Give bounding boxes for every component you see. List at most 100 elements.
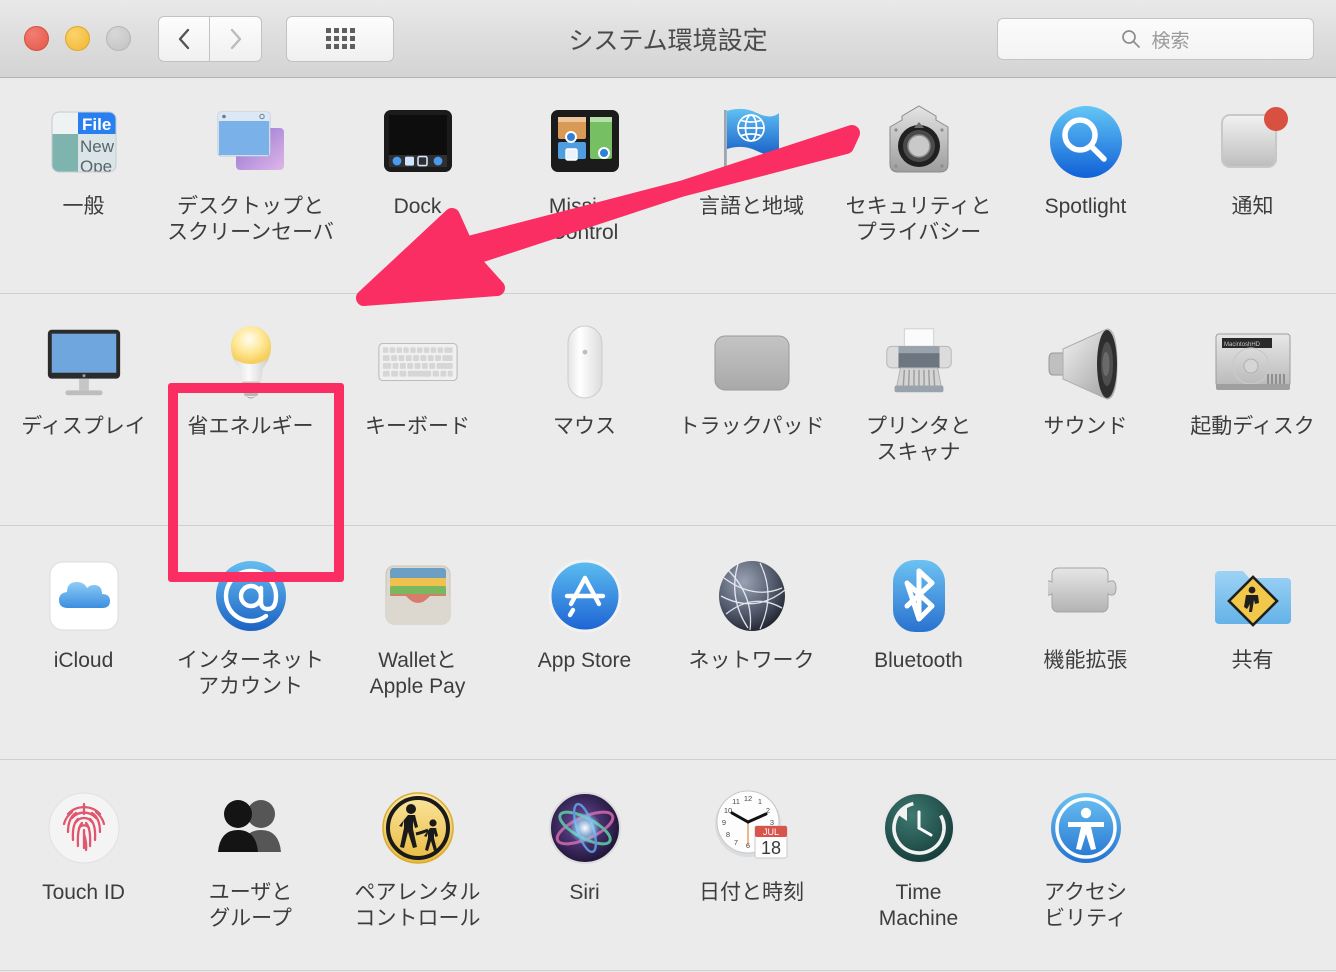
pref-pane-mission-control[interactable]: Mission Control — [501, 78, 668, 293]
pref-pane-dock[interactable]: Dock — [334, 78, 501, 293]
calendar-month: JUL — [762, 827, 778, 837]
pref-pane-mouse[interactable]: マウス — [501, 294, 668, 525]
search-field[interactable]: 検索 — [997, 18, 1314, 60]
pref-pane-label: トラックパッド — [678, 415, 825, 438]
pref-pane-label: セキュリティと プライバシー — [845, 195, 992, 244]
pref-pane-label: 省エネルギー — [187, 415, 314, 438]
pref-pane-spotlight[interactable]: Spotlight — [1002, 78, 1169, 293]
minimize-button[interactable] — [65, 26, 90, 51]
forward-button[interactable] — [210, 15, 262, 62]
pref-pane-energy-saver[interactable]: 省エネルギー — [167, 294, 334, 525]
chevron-left-icon — [178, 28, 189, 49]
pref-pane-keyboard[interactable]: キーボード — [334, 294, 501, 525]
printer-scanner-icon — [877, 320, 961, 404]
pref-pane-label: 機能拡張 — [1043, 649, 1128, 672]
preference-row-personal: File New Ope 一般 デスクトップと スクリーンセーバ Dock Mi… — [0, 78, 1336, 294]
pref-pane-label: 共有 — [1231, 649, 1274, 672]
pref-pane-notifications[interactable]: 通知 — [1169, 78, 1336, 293]
pref-pane-touch-id[interactable]: Touch ID — [0, 760, 167, 970]
pref-pane-wallet-applepay[interactable]: Walletと Apple Pay — [334, 526, 501, 759]
traffic-light-group — [24, 26, 131, 51]
users-icon — [209, 786, 293, 870]
pref-pane-label: Dock — [393, 195, 442, 218]
bluetooth-icon — [877, 554, 961, 638]
pref-pane-sound[interactable]: サウンド — [1002, 294, 1169, 525]
keyboard-icon — [376, 320, 460, 404]
pref-pane-app-store[interactable]: App Store — [501, 526, 668, 759]
close-button[interactable] — [24, 26, 49, 51]
pref-pane-label: 一般 — [62, 195, 105, 218]
mouse-icon — [543, 320, 627, 404]
pref-pane-extensions[interactable]: 機能拡張 — [1002, 526, 1169, 759]
general-icon: File New Ope — [42, 100, 126, 184]
pref-pane-displays[interactable]: ディスプレイ — [0, 294, 167, 525]
search-placeholder: 検索 — [1151, 30, 1190, 52]
pref-pane-startup-disk[interactable]: MacintoshHD 起動ディスク — [1169, 294, 1336, 525]
pref-pane-language-region[interactable]: 言語と地域 — [668, 78, 835, 293]
system-preferences-window: システム環境設定 検索 File New Ope 一般 デスクトップと スクリー… — [0, 0, 1336, 972]
pref-pane-bluetooth[interactable]: Bluetooth — [835, 526, 1002, 759]
dock-icon — [376, 100, 460, 184]
pref-pane-desktop-screensaver[interactable]: デスクトップと スクリーンセーバ — [167, 78, 334, 293]
search-icon — [1122, 30, 1141, 48]
svg-text:MacintoshHD: MacintoshHD — [1224, 342, 1261, 348]
show-all-button[interactable] — [286, 15, 394, 62]
accessibility-icon — [1044, 786, 1128, 870]
puzzle-piece-icon — [1044, 554, 1128, 638]
desktop-screensaver-icon — [209, 100, 293, 184]
pref-pane-network[interactable]: ネットワーク — [668, 526, 835, 759]
pref-pane-users-groups[interactable]: ユーザと グループ — [167, 760, 334, 970]
fingerprint-icon — [42, 786, 126, 870]
preference-row-internet: iCloud インターネット アカウント Walletと Apple Pay A… — [0, 526, 1336, 760]
svg-text:12: 12 — [743, 794, 751, 803]
zoom-button[interactable] — [106, 26, 131, 51]
pref-pane-printers-scanners[interactable]: プリンタと スキャナ — [835, 294, 1002, 525]
security-privacy-icon — [877, 100, 961, 184]
pref-pane-accessibility[interactable]: アクセシ ビリティ — [1002, 760, 1169, 970]
sharing-folder-icon — [1211, 554, 1295, 638]
hard-disk-icon: MacintoshHD — [1211, 320, 1295, 404]
pref-pane-general[interactable]: File New Ope 一般 — [0, 78, 167, 293]
pref-pane-sharing[interactable]: 共有 — [1169, 526, 1336, 759]
pref-pane-security-privacy[interactable]: セキュリティと プライバシー — [835, 78, 1002, 293]
pref-pane-label: マウス — [553, 415, 616, 438]
pref-pane-trackpad[interactable]: トラックパッド — [668, 294, 835, 525]
pref-pane-label: Bluetooth — [874, 649, 963, 672]
pref-pane-label: サウンド — [1043, 415, 1128, 438]
icloud-icon — [42, 554, 126, 638]
clock-calendar-icon: 1212 345 678 91011 JUL 18 — [710, 786, 794, 870]
preference-pane-grid: File New Ope 一般 デスクトップと スクリーンセーバ Dock Mi… — [0, 78, 1336, 971]
pref-pane-label: Touch ID — [42, 881, 125, 904]
pref-pane-siri[interactable]: Siri — [501, 760, 668, 970]
preference-row-system: Touch ID ユーザと グループ ペアレンタル コントロール Siri 12… — [0, 760, 1336, 971]
trackpad-icon — [710, 320, 794, 404]
svg-text:File: File — [82, 115, 111, 134]
pref-pane-label: App Store — [537, 649, 632, 672]
svg-text:9: 9 — [721, 818, 725, 827]
pref-pane-icloud[interactable]: iCloud — [0, 526, 167, 759]
pref-pane-date-time[interactable]: 1212 345 678 91011 JUL 18 — [668, 760, 835, 970]
spotlight-icon — [1044, 100, 1128, 184]
pref-pane-label: iCloud — [53, 649, 114, 672]
pref-pane-internet-accounts[interactable]: インターネット アカウント — [167, 526, 334, 759]
back-button[interactable] — [158, 15, 210, 62]
pref-pane-label: 通知 — [1231, 195, 1274, 218]
svg-text:1: 1 — [757, 797, 761, 806]
pref-pane-time-machine[interactable]: Time Machine — [835, 760, 1002, 970]
pref-pane-label: Spotlight — [1044, 195, 1127, 218]
notifications-icon — [1211, 100, 1295, 184]
speaker-icon — [1044, 320, 1128, 404]
siri-icon — [543, 786, 627, 870]
pref-pane-label: ユーザと グループ — [208, 881, 293, 930]
lightbulb-icon — [209, 320, 293, 404]
mission-control-icon — [543, 100, 627, 184]
display-icon — [42, 320, 126, 404]
svg-text:7: 7 — [733, 838, 737, 847]
pref-pane-label: ディスプレイ — [21, 415, 146, 438]
pref-pane-label: Time Machine — [878, 881, 959, 930]
pref-pane-label: Walletと Apple Pay — [369, 649, 466, 698]
pref-pane-label: Siri — [569, 881, 600, 904]
pref-pane-parental-controls[interactable]: ペアレンタル コントロール — [334, 760, 501, 970]
pref-pane-empty-slot — [1169, 760, 1336, 970]
pref-pane-label: 言語と地域 — [699, 195, 804, 218]
